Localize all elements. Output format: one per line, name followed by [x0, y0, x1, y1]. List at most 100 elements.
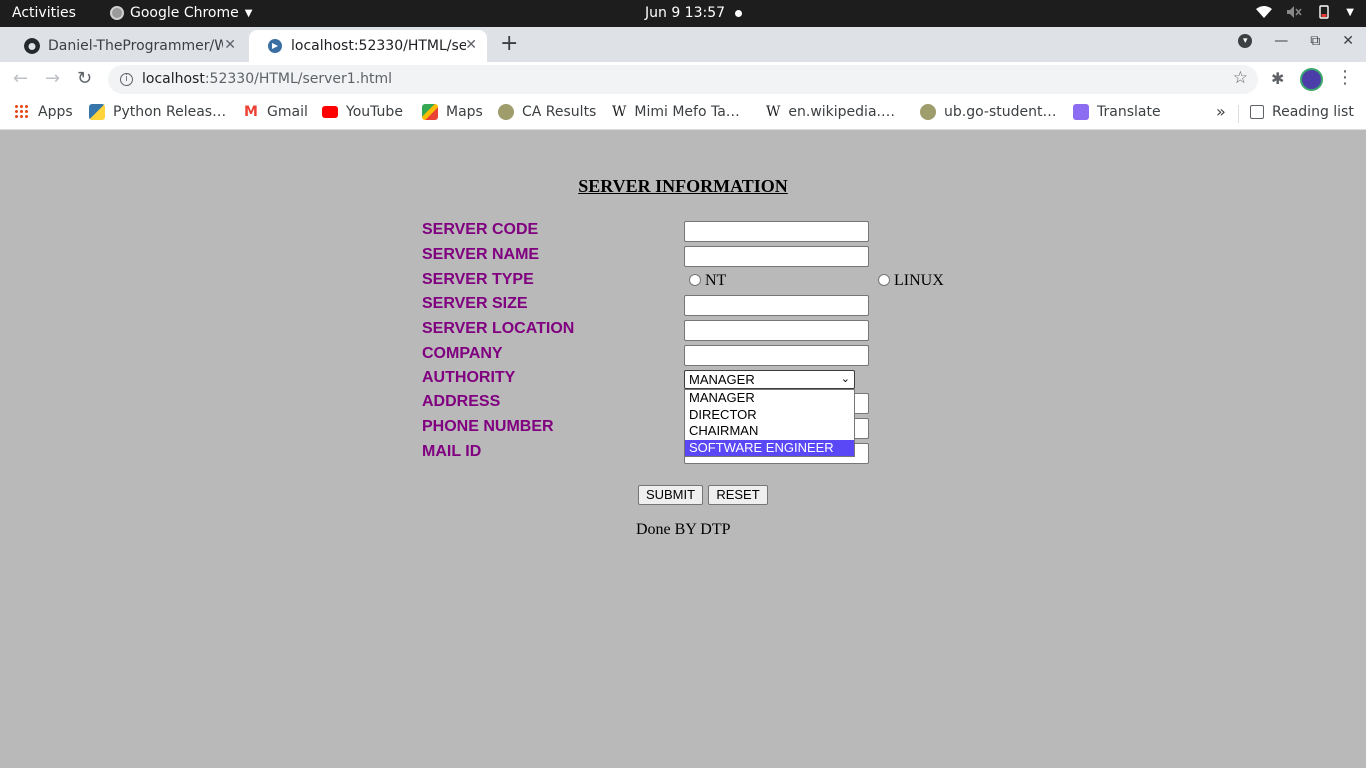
- bookmarks-bar: Apps Python Releas… M Gmail YouTube Maps…: [0, 97, 1366, 130]
- bookmark-gmail[interactable]: M Gmail: [243, 104, 308, 120]
- authority-selected-value: MANAGER: [689, 372, 755, 387]
- bookmark-en-wikipedia[interactable]: W en.wikipedia.…: [766, 104, 895, 120]
- kebab-menu-icon[interactable]: ⋮: [1336, 67, 1354, 88]
- info-icon[interactable]: i: [120, 73, 133, 86]
- bookmark-label: YouTube: [346, 104, 403, 120]
- battery-low-icon: [1319, 5, 1329, 19]
- bookmark-label: Mimi Mefo Ta…: [634, 104, 740, 120]
- authority-option-chairman[interactable]: CHAIRMAN: [685, 423, 854, 440]
- submit-button[interactable]: SUBMIT: [638, 485, 703, 505]
- python-icon: [89, 104, 105, 120]
- authority-option-director[interactable]: DIRECTOR: [685, 407, 854, 424]
- server-location-input[interactable]: [684, 320, 869, 341]
- caret-down-icon: ▼: [244, 7, 253, 19]
- wikipedia-icon: W: [612, 104, 627, 120]
- bookmark-youtube[interactable]: YouTube: [322, 104, 403, 120]
- bookmark-label: CA Results: [522, 104, 597, 120]
- reading-list-button[interactable]: Reading list: [1250, 104, 1354, 120]
- minimize-icon[interactable]: —: [1274, 33, 1288, 49]
- translate-icon: [1073, 104, 1089, 120]
- extensions-puzzle-icon[interactable]: ✱: [1271, 69, 1284, 88]
- forward-arrow-icon[interactable]: →: [45, 68, 60, 89]
- close-icon[interactable]: ✕: [224, 37, 236, 53]
- company-input[interactable]: [684, 345, 869, 366]
- bookmarks-overflow-chevron-icon[interactable]: »: [1216, 102, 1226, 121]
- reading-list-icon: [1250, 105, 1264, 119]
- app-menu-label: Google Chrome: [130, 5, 239, 21]
- bookmark-translate[interactable]: Translate: [1073, 104, 1161, 120]
- reload-icon[interactable]: ↻: [77, 68, 92, 89]
- bookmark-label: Apps: [38, 104, 73, 120]
- apps-grid-icon: [14, 104, 30, 120]
- bookmark-label: Gmail: [267, 104, 308, 120]
- wikipedia-icon: W: [766, 104, 781, 120]
- server-size-label: SERVER SIZE: [422, 295, 528, 312]
- close-window-icon[interactable]: ✕: [1342, 33, 1354, 49]
- caret-down-icon: ▼: [1346, 6, 1354, 18]
- new-tab-plus-icon[interactable]: +: [500, 31, 518, 56]
- wifi-icon: [1256, 6, 1273, 18]
- authority-label: AUTHORITY: [422, 369, 516, 386]
- volume-muted-icon: [1287, 6, 1302, 18]
- bookmark-apps[interactable]: Apps: [14, 104, 73, 120]
- github-icon: [24, 38, 40, 54]
- back-arrow-icon[interactable]: ←: [13, 68, 28, 89]
- mail-id-label: MAIL ID: [422, 443, 482, 460]
- url-text[interactable]: localhost:52330/HTML/server1.html: [142, 71, 392, 87]
- bookmark-label: ub.go-student…: [944, 104, 1057, 120]
- authority-dropdown-list: MANAGER DIRECTOR CHAIRMAN SOFTWARE ENGIN…: [684, 389, 855, 457]
- server-type-label: SERVER TYPE: [422, 271, 534, 288]
- maps-icon: [422, 104, 438, 120]
- footer-text: Done BY DTP: [636, 521, 731, 538]
- reading-list-label: Reading list: [1272, 104, 1354, 120]
- bookmark-label: Python Releas…: [113, 104, 227, 120]
- authority-option-manager[interactable]: MANAGER: [685, 390, 854, 407]
- globe-icon: [268, 39, 282, 53]
- chrome-icon: [110, 6, 124, 20]
- server-type-nt-radio[interactable]: [689, 274, 701, 286]
- bookmark-ub-go-student[interactable]: ub.go-student…: [920, 104, 1057, 120]
- bookmark-label: en.wikipedia.…: [788, 104, 895, 120]
- bookmark-label: Translate: [1097, 104, 1161, 120]
- bookmark-label: Maps: [446, 104, 483, 120]
- tab-strip: Daniel-TheProgrammer/W ✕ localhost:52330…: [0, 27, 1366, 62]
- reset-button[interactable]: RESET: [708, 485, 768, 505]
- activities-button[interactable]: Activities: [12, 5, 76, 21]
- server-name-input[interactable]: [684, 246, 869, 267]
- phone-number-label: PHONE NUMBER: [422, 418, 554, 435]
- restore-icon[interactable]: ⧉: [1310, 33, 1320, 49]
- chevron-down-icon: ⌄: [840, 373, 850, 385]
- youtube-icon: [322, 106, 338, 118]
- server-code-input[interactable]: [684, 221, 869, 242]
- url-path: :52330/HTML/server1.html: [204, 71, 393, 87]
- system-tray[interactable]: ▼: [1256, 5, 1354, 19]
- server-type-linux-label: LINUX: [894, 272, 944, 289]
- bookmark-python[interactable]: Python Releas…: [89, 104, 226, 120]
- bookmark-star-icon[interactable]: ☆: [1233, 68, 1248, 88]
- tab-github[interactable]: Daniel-TheProgrammer/W ✕: [6, 30, 246, 62]
- bookmark-ca-results[interactable]: CA Results: [498, 104, 596, 120]
- notification-dot-icon: [735, 10, 742, 17]
- authority-option-software-engineer[interactable]: SOFTWARE ENGINEER: [685, 439, 854, 456]
- authority-select[interactable]: MANAGER ⌄: [684, 370, 855, 389]
- app-menu[interactable]: Google Chrome ▼: [110, 5, 252, 21]
- close-icon[interactable]: ✕: [465, 37, 477, 53]
- server-type-nt-label: NT: [705, 272, 727, 289]
- bookmark-mimi-mefo[interactable]: W Mimi Mefo Ta…: [612, 104, 740, 120]
- tab-localhost[interactable]: localhost:52330/HTML/se ✕: [249, 30, 487, 62]
- server-code-label: SERVER CODE: [422, 221, 539, 238]
- page-title: SERVER INFORMATION: [578, 176, 788, 196]
- browser-toolbar: ← → ↻ i localhost:52330/HTML/server1.htm…: [0, 62, 1366, 97]
- profile-avatar[interactable]: [1300, 68, 1323, 91]
- address-bar[interactable]: i localhost:52330/HTML/server1.html ☆: [108, 65, 1258, 94]
- clock[interactable]: Jun 9 13:57: [645, 5, 725, 21]
- address-label: ADDRESS: [422, 393, 501, 410]
- server-type-linux-radio[interactable]: [878, 274, 890, 286]
- server-size-input[interactable]: [684, 295, 869, 316]
- bookmark-maps[interactable]: Maps: [422, 104, 483, 120]
- ub-icon: [920, 104, 936, 120]
- system-top-bar: Activities Google Chrome ▼ Jun 9 13:57 ▼: [0, 0, 1366, 27]
- gmail-icon: M: [244, 104, 258, 120]
- tab-search-chevron-icon[interactable]: ▾: [1238, 34, 1253, 48]
- page-content: SERVER INFORMATION SERVER CODE SERVER NA…: [0, 131, 1366, 768]
